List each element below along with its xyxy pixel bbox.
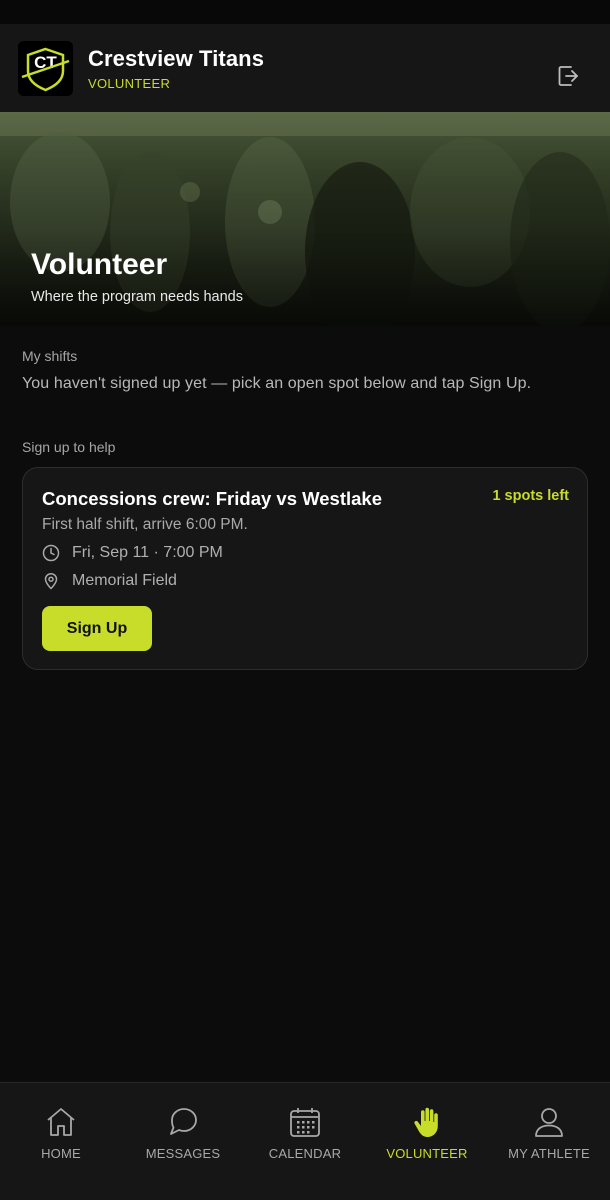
team-info: Crestview Titans VOLUNTEER [88,46,264,91]
shift-location-row: Memorial Field [42,572,568,590]
shift-description: First half shift, arrive 6:00 PM. [42,516,248,533]
app-header: CT Crestview Titans VOLUNTEER [0,24,610,112]
shift-datetime-row: Fri, Sep 11 · 7:00 PM [42,544,568,562]
user-icon [535,1108,563,1137]
team-name: Crestview Titans [88,45,265,71]
chat-icon [170,1108,197,1135]
hand-icon [414,1107,438,1137]
page-title: Volunteer [31,248,168,281]
location-pin-icon [44,573,58,590]
spots-left-badge: 1 spots left [492,488,569,504]
sign-up-button[interactable]: Sign Up [42,606,152,651]
volunteer-shift-card: Concessions crew: Friday vs Westlake 1 s… [22,467,588,670]
my-shifts-label: My shifts [22,348,78,364]
tab-label: CALENDAR [268,1146,342,1161]
tab-label: MY ATHLETE [508,1146,590,1161]
logout-icon[interactable] [556,63,582,89]
hero-banner: Volunteer Where the program needs hands [0,112,610,326]
role-label: VOLUNTEER [88,75,171,91]
tab-my-athlete[interactable]: MY ATHLETE [488,1083,610,1200]
status-bar [0,0,610,24]
team-logo: CT [18,40,73,96]
tab-volunteer[interactable]: VOLUNTEER [366,1083,488,1200]
my-shifts-empty-text: You haven't signed up yet — pick an open… [22,375,532,392]
tab-messages[interactable]: MESSAGES [122,1083,244,1200]
shift-title: Concessions crew: Friday vs Westlake [42,488,383,509]
calendar-icon [290,1108,320,1137]
sign-up-label: Sign up to help [22,439,116,455]
app-root: CT Crestview Titans VOLUNTEER Volunteer … [0,0,610,1200]
tab-calendar[interactable]: CALENDAR [244,1083,366,1200]
bottom-tab-bar: HOME MESSAGES CALENDAR VOLUNTEER MY ATHL… [0,1082,610,1200]
home-icon [47,1108,75,1136]
clock-icon [42,544,60,562]
tab-label: VOLUNTEER [386,1146,468,1161]
tab-home[interactable]: HOME [0,1083,122,1200]
shift-location: Memorial Field [72,572,177,589]
shift-datetime: Fri, Sep 11 · 7:00 PM [72,544,223,561]
tab-label: MESSAGES [145,1146,221,1161]
page-subtitle: Where the program needs hands [31,289,243,305]
tab-label: HOME [41,1146,81,1161]
